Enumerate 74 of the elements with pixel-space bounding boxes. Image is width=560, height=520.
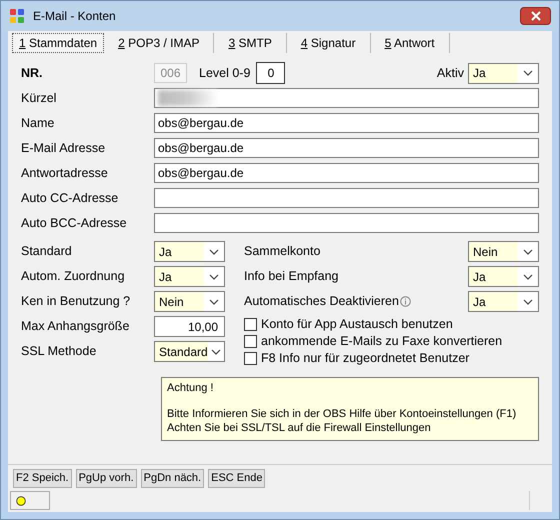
field-label: E-Mail Adresse [21,140,106,157]
status-dot-icon [16,496,26,506]
tab[interactable]: 2 POP3 / IMAP [104,33,214,53]
dropdown-value: Nein [155,292,204,311]
chevron-down-icon [209,274,219,280]
dropdown-value: Nein [469,242,518,261]
dropdown[interactable]: Standard [154,341,225,362]
app-icon [9,8,25,24]
field-label: Name [21,114,56,132]
dropdown[interactable]: Ja [468,291,539,312]
tab[interactable]: 4 Signatur [286,33,371,53]
chevron-down-icon [210,348,221,354]
field-label: Ken in Benutzung ? [21,293,132,310]
text-field[interactable]: obs@bergau.de [154,163,539,183]
field-label: Info bei Empfang [244,268,339,286]
field-label: Auto CC-Adresse [21,190,120,207]
notice-text: Achten Sie bei SSL/TSL auf die Firewall Einstellungen [167,421,432,435]
checkbox[interactable] [244,352,257,365]
field-label: Level 0-9 [199,64,250,82]
dropdown[interactable]: Ja [154,241,225,262]
dropdown[interactable]: Nein [154,291,225,312]
tab[interactable]: 3 SMTP [214,33,287,53]
checkbox[interactable] [244,318,257,331]
field-label: Kürzel [21,90,58,107]
text-field[interactable] [154,88,539,108]
window-title: E-Mail - Konten [33,8,117,25]
text-field[interactable] [154,213,539,233]
checkbox-option[interactable]: ankommende E-Mails zu Faxe konvertieren [244,333,539,350]
field-label: Autom. Zuordnung [21,268,126,286]
checkbox-option[interactable]: Konto für App Austausch benutzen [244,316,539,333]
notice-text: Bitte Informieren Sie sich in der OBS Hilfe über Kontoeinstellungen (F1) [167,407,518,421]
field-label: Aktiv [436,64,464,82]
function-button[interactable]: PgDn näch. [140,469,204,488]
info-icon [400,296,411,307]
chevron-down-icon [209,248,219,254]
function-button[interactable]: ESC Ende [208,469,266,488]
number-field[interactable]: 10,00 [154,316,225,337]
dropdown[interactable]: Nein [468,241,539,262]
field-label: NR. [21,64,44,82]
text-field[interactable]: obs@bergau.de [154,138,539,158]
chevron-down-icon [523,70,533,76]
text-field[interactable] [154,188,539,208]
chevron-down-icon [523,298,533,304]
dropdown-value: Ja [155,267,204,286]
tab[interactable]: 5 Antwort [370,33,450,53]
checkbox-option[interactable]: F8 Info nur für zugeordnetet Benutzer [244,350,539,367]
chevron-down-icon [209,298,219,304]
field-label: Automatisches Deaktivieren [244,293,399,310]
level-field[interactable]: 0 [256,62,286,84]
checkbox[interactable] [244,335,257,348]
tab[interactable]: 1 Stammdaten [12,33,104,53]
dropdown-value: Ja [469,64,518,82]
dropdown-value: Standard [155,342,208,361]
close-icon [530,11,540,21]
field-label: Auto BCC-Adresse [21,214,128,232]
dropdown[interactable]: Ja [154,266,225,287]
blurred-text [158,90,218,106]
field-label: Sammelkonto [244,243,320,260]
dropdown[interactable]: Ja [468,62,539,84]
dropdown-value: Ja [469,267,518,286]
field-label: Max Anhangsgröße [21,318,130,336]
dropdown-value: Ja [469,292,518,311]
close-button[interactable] [520,7,551,25]
function-button[interactable]: F2 Speich. [13,469,72,488]
dropdown[interactable]: Ja [468,266,539,287]
field-label: Standard [21,243,73,260]
chevron-down-icon [523,248,533,254]
text-field[interactable]: obs@bergau.de [154,113,539,133]
function-button[interactable]: PgUp vorh. [76,469,137,488]
chevron-down-icon [523,274,533,280]
field-label: Antwortadresse [21,164,109,182]
field-label: SSL Methode [21,343,98,360]
notice-title: Achtung ! [167,381,214,395]
dropdown-value: Ja [155,242,204,261]
